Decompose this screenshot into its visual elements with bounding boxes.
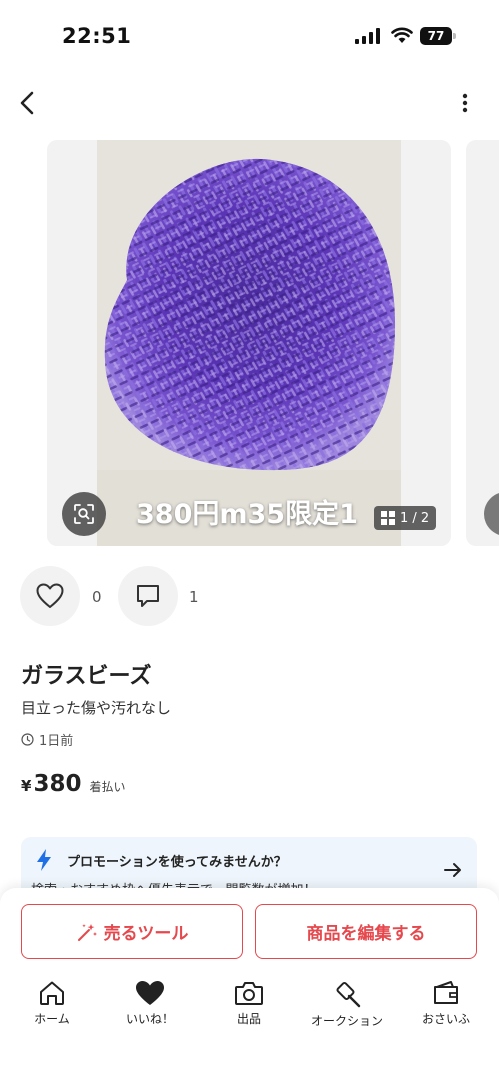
heart-icon — [136, 981, 164, 1005]
clock-icon — [21, 733, 34, 746]
product-condition: 目立った傷や汚れなし — [21, 699, 172, 717]
next-image-slide[interactable] — [466, 140, 499, 546]
camera-icon — [235, 982, 263, 1005]
wifi-icon — [391, 27, 413, 43]
promotion-title: プロモーションを使ってみませんか？ — [67, 855, 287, 870]
like-count: 0 — [92, 588, 102, 606]
tab-likes-label: いいね！ — [125, 1012, 174, 1026]
tab-home[interactable]: ホーム — [7, 980, 97, 1027]
chevron-left-icon — [20, 91, 34, 115]
comment-button[interactable] — [118, 566, 178, 626]
bottom-sheet: 売るツール 商品を編集する ホーム いいね！ 出品 オークション おさいふ — [0, 888, 499, 1080]
sell-tool-button[interactable]: 売るツール — [21, 904, 243, 959]
battery-icon: 77 — [420, 27, 456, 45]
tab-likes[interactable]: いいね！ — [105, 980, 195, 1027]
arrow-right-icon — [444, 863, 461, 877]
edit-item-label: 商品を編集する — [306, 924, 426, 944]
tab-auction-label: オークション — [310, 1014, 383, 1028]
price-amount: 380 — [33, 771, 82, 797]
more-options-button[interactable] — [452, 88, 478, 118]
comment-count: 1 — [189, 588, 199, 606]
grid-icon — [381, 511, 395, 525]
tab-wallet[interactable]: おさいふ — [401, 980, 491, 1027]
sell-tool-label: 売るツール — [103, 924, 189, 944]
tab-sell[interactable]: 出品 — [204, 980, 294, 1027]
comment-icon — [137, 585, 159, 607]
status-bar: 22:51 77 — [0, 0, 499, 70]
next-slide-zoom-icon — [484, 492, 499, 536]
tab-wallet-label: おさいふ — [421, 1012, 470, 1026]
image-search-icon — [74, 504, 94, 524]
product-image-slide[interactable]: 380円m35限定1 1 / 2 — [47, 140, 451, 546]
image-counter: 1 / 2 — [374, 506, 437, 530]
cellular-signal-icon — [355, 28, 380, 44]
tab-home-label: ホーム — [34, 1012, 70, 1026]
price-symbol: ¥ — [21, 777, 32, 795]
engagement-actions: 0 1 — [0, 566, 499, 628]
image-overlay-text: 380円m35限定1 — [136, 499, 358, 530]
product-title: ガラスビーズ — [21, 664, 152, 689]
tab-sell-label: 出品 — [236, 1012, 261, 1026]
nav-header — [0, 80, 499, 126]
magic-wand-icon — [77, 923, 97, 941]
status-time: 22:51 — [62, 24, 132, 48]
posted-time: 1日前 — [21, 730, 73, 749]
image-counter-text: 1 / 2 — [400, 510, 430, 526]
price: ¥ 380 着払い — [21, 771, 125, 797]
back-button[interactable] — [12, 88, 42, 118]
gavel-icon — [336, 981, 361, 1008]
tab-bar: ホーム いいね！ 出品 オークション おさいふ — [0, 980, 499, 1040]
image-carousel[interactable]: 380円m35限定1 1 / 2 — [0, 140, 499, 548]
wallet-icon — [434, 981, 458, 1004]
lightning-icon — [37, 849, 51, 871]
posted-time-text: 1日前 — [39, 734, 74, 749]
product-photo — [97, 140, 401, 546]
battery-level: 77 — [420, 27, 452, 45]
more-vertical-icon — [462, 93, 468, 113]
tab-auction[interactable]: オークション — [302, 980, 392, 1029]
home-icon — [40, 981, 64, 1005]
heart-outline-icon — [36, 583, 64, 608]
edit-item-button[interactable]: 商品を編集する — [255, 904, 477, 959]
zoom-button[interactable] — [62, 492, 106, 536]
like-button[interactable] — [20, 566, 80, 626]
shipping-method: 着払い — [89, 780, 126, 794]
